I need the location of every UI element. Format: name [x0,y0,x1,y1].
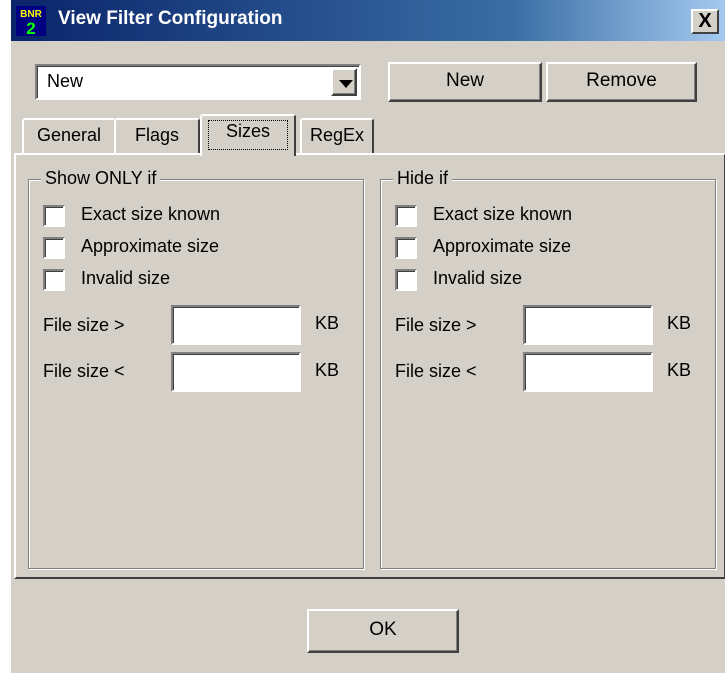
tab-flags[interactable]: Flags [114,118,200,154]
show-approx-size-checkbox[interactable] [43,237,65,259]
view-filter-dialog: BNR 2 View Filter Configuration X New Ne… [9,0,725,673]
show-size-less-unit: KB [315,360,340,380]
focus-rectangle [208,120,288,150]
show-size-greater-unit: KB [315,313,340,333]
hide-size-greater-input[interactable] [523,305,653,345]
hide-size-greater-unit: KB [667,313,692,333]
hide-invalid-size-label: Invalid size [433,268,523,288]
show-approx-size-label: Approximate size [81,236,220,256]
sizes-tab-panel: Show ONLY if Exact size known Approximat… [14,153,725,579]
tab-sizes[interactable]: Sizes [200,114,296,156]
chevron-down-icon[interactable] [331,68,357,96]
show-only-group-title: Show ONLY if [41,168,161,189]
filter-select-value: New [47,71,84,91]
tab-general[interactable]: General [22,118,116,154]
close-icon: X [698,10,712,32]
show-exact-size-label: Exact size known [81,204,221,224]
hide-if-group: Hide if Exact size known Approximate siz… [380,168,716,569]
title-bar[interactable]: BNR 2 View Filter Configuration X [11,0,725,41]
show-size-greater-label: File size > [43,315,125,335]
new-button[interactable]: New [388,62,542,102]
show-size-less-label: File size < [43,361,125,381]
app-icon: BNR 2 [16,6,46,36]
close-button[interactable]: X [691,9,719,34]
hide-size-greater-label: File size > [395,315,477,335]
hide-size-less-label: File size < [395,361,477,381]
hide-invalid-size-checkbox[interactable] [395,269,417,291]
ok-button[interactable]: OK [307,609,459,653]
show-invalid-size-label: Invalid size [81,268,171,288]
show-exact-size-checkbox[interactable] [43,205,65,227]
hide-size-less-unit: KB [667,360,692,380]
show-invalid-size-checkbox[interactable] [43,269,65,291]
svg-text:2: 2 [26,19,35,36]
show-size-less-input[interactable] [171,352,301,392]
show-only-group: Show ONLY if Exact size known Approximat… [28,168,364,569]
window-title: View Filter Configuration [58,8,283,29]
hide-if-group-title: Hide if [393,168,453,189]
hide-exact-size-label: Exact size known [433,204,573,224]
hide-size-less-input[interactable] [523,352,653,392]
filter-select[interactable]: New [35,64,361,100]
hide-exact-size-checkbox[interactable] [395,205,417,227]
tab-regex[interactable]: RegEx [300,118,374,154]
hide-approx-size-checkbox[interactable] [395,237,417,259]
hide-approx-size-label: Approximate size [433,236,572,256]
remove-button[interactable]: Remove [546,62,697,102]
show-size-greater-input[interactable] [171,305,301,345]
